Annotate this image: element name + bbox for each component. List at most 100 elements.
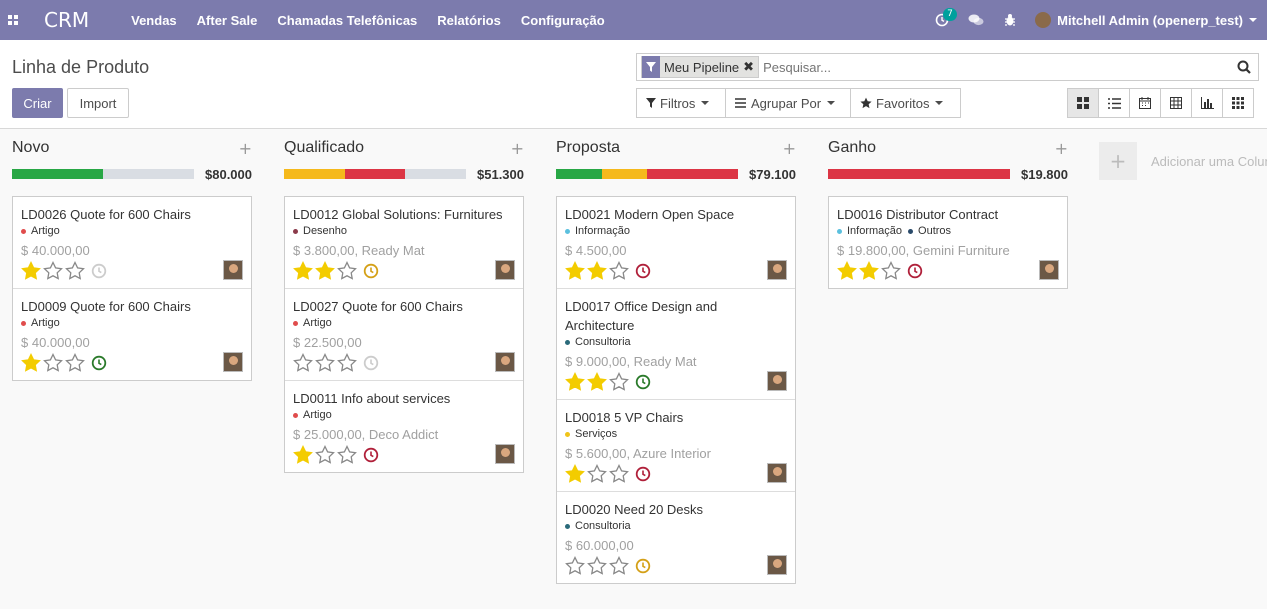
grid-view-button[interactable] [1222,88,1254,118]
activity-clock-icon[interactable] [363,355,379,371]
star-empty-icon[interactable] [315,445,335,465]
calendar-view-button[interactable] [1129,88,1161,118]
star-empty-icon[interactable] [587,464,607,484]
star-empty-icon[interactable] [337,261,357,281]
star-empty-icon[interactable] [43,353,63,373]
star-filled-icon[interactable] [565,464,585,484]
activity-clock-icon[interactable] [91,355,107,371]
user-menu[interactable]: Mitchell Admin (openerp_test) [1035,12,1257,28]
star-empty-icon[interactable] [881,261,901,281]
progress-segment[interactable] [828,169,1010,179]
star-filled-icon[interactable] [293,261,313,281]
kanban-card[interactable]: LD0018 5 VP Chairs Serviços $ 5.600,00, Az… [557,400,795,492]
star-empty-icon[interactable] [609,556,629,576]
star-filled-icon[interactable] [587,261,607,281]
progress-bar[interactable] [556,169,738,179]
star-empty-icon[interactable] [609,464,629,484]
star-filled-icon[interactable] [315,261,335,281]
kanban-card[interactable]: LD0016 Distributor Contract Informação Out… [829,197,1067,288]
star-empty-icon[interactable] [337,353,357,373]
kanban-card[interactable]: LD0011 Info about services Artigo $ 25.000… [285,381,523,472]
quick-create-plus-icon[interactable]: + [239,139,252,158]
column-title[interactable]: Novo [12,139,49,157]
star-empty-icon[interactable] [609,261,629,281]
menu-vendas[interactable]: Vendas [131,13,177,28]
progress-segment[interactable] [556,169,602,179]
star-empty-icon[interactable] [565,556,585,576]
progress-bar[interactable] [12,169,194,179]
kanban-card[interactable]: LD0009 Quote for 600 Chairs Artigo $ 40.00… [13,289,251,380]
assignee-avatar[interactable] [767,555,787,575]
quick-create-plus-icon[interactable]: + [1055,139,1068,158]
star-filled-icon[interactable] [293,445,313,465]
activity-clock-icon[interactable] [363,263,379,279]
favorites-button[interactable]: Favoritos [850,88,961,118]
progress-segment[interactable] [405,169,466,179]
star-empty-icon[interactable] [293,353,313,373]
assignee-avatar[interactable] [223,260,243,280]
kanban-view-button[interactable] [1067,88,1099,118]
star-filled-icon[interactable] [21,261,41,281]
chat-icon[interactable] [959,0,993,40]
activity-clock-icon[interactable] [91,263,107,279]
activity-clock-icon[interactable] [635,263,651,279]
progress-bar[interactable] [828,169,1010,179]
star-empty-icon[interactable] [337,445,357,465]
star-filled-icon[interactable] [837,261,857,281]
activity-clock-icon[interactable] [635,374,651,390]
progress-segment[interactable] [103,169,194,179]
search-input[interactable] [763,59,1230,75]
star-filled-icon[interactable] [565,372,585,392]
kanban-card[interactable]: LD0021 Modern Open Space Informação $ 4.50… [557,197,795,289]
assignee-avatar[interactable] [767,463,787,483]
progress-bar[interactable] [284,169,466,179]
groupby-button[interactable]: Agrupar Por [725,88,851,118]
activity-clock-icon[interactable] [635,558,651,574]
add-column[interactable]: + Adicionar uma Coluna [1099,142,1267,180]
activity-clock-icon[interactable] [635,466,651,482]
star-empty-icon[interactable] [65,353,85,373]
star-empty-icon[interactable] [65,261,85,281]
kanban-card[interactable]: LD0020 Need 20 Desks Consultoria $ 60.000,… [557,492,795,583]
activity-clock-icon[interactable] [363,447,379,463]
import-button[interactable]: Import [67,88,129,118]
debug-bug-icon[interactable] [993,0,1027,40]
app-brand[interactable]: CRM [44,8,89,32]
progress-segment[interactable] [601,169,647,179]
assignee-avatar[interactable] [1039,260,1059,280]
assignee-avatar[interactable] [495,260,515,280]
column-title[interactable]: Proposta [556,139,620,157]
kanban-card[interactable]: LD0012 Global Solutions: Furnitures Desen… [285,197,523,289]
star-empty-icon[interactable] [587,556,607,576]
assignee-avatar[interactable] [495,352,515,372]
star-filled-icon[interactable] [859,261,879,281]
activity-icon[interactable]: 7 [925,0,959,40]
progress-segment[interactable] [12,169,103,179]
column-title[interactable]: Ganho [828,139,876,157]
pivot-view-button[interactable] [1160,88,1192,118]
filters-button[interactable]: Filtros [636,88,726,118]
column-title[interactable]: Qualificado [284,139,364,157]
quick-create-plus-icon[interactable]: + [783,139,796,158]
search-icon[interactable] [1230,60,1258,74]
kanban-card[interactable]: LD0017 Office Design and Architecture Con… [557,289,795,400]
create-button[interactable]: Criar [12,88,63,118]
close-icon[interactable]: ✖ [743,60,758,75]
star-filled-icon[interactable] [565,261,585,281]
kanban-card[interactable]: LD0027 Quote for 600 Chairs Artigo $ 22.50… [285,289,523,381]
list-view-button[interactable] [1098,88,1130,118]
menu-relatorios[interactable]: Relatórios [437,13,501,28]
star-empty-icon[interactable] [315,353,335,373]
kanban-card[interactable]: LD0026 Quote for 600 Chairs Artigo $ 40.00… [13,197,251,289]
star-filled-icon[interactable] [21,353,41,373]
assignee-avatar[interactable] [223,352,243,372]
menu-after-sale[interactable]: After Sale [197,13,258,28]
menu-configuracao[interactable]: Configuração [521,13,605,28]
progress-segment[interactable] [284,169,345,179]
menu-chamadas[interactable]: Chamadas Telefônicas [277,13,417,28]
progress-segment[interactable] [344,169,406,179]
star-empty-icon[interactable] [609,372,629,392]
assignee-avatar[interactable] [495,444,515,464]
star-empty-icon[interactable] [43,261,63,281]
star-filled-icon[interactable] [587,372,607,392]
